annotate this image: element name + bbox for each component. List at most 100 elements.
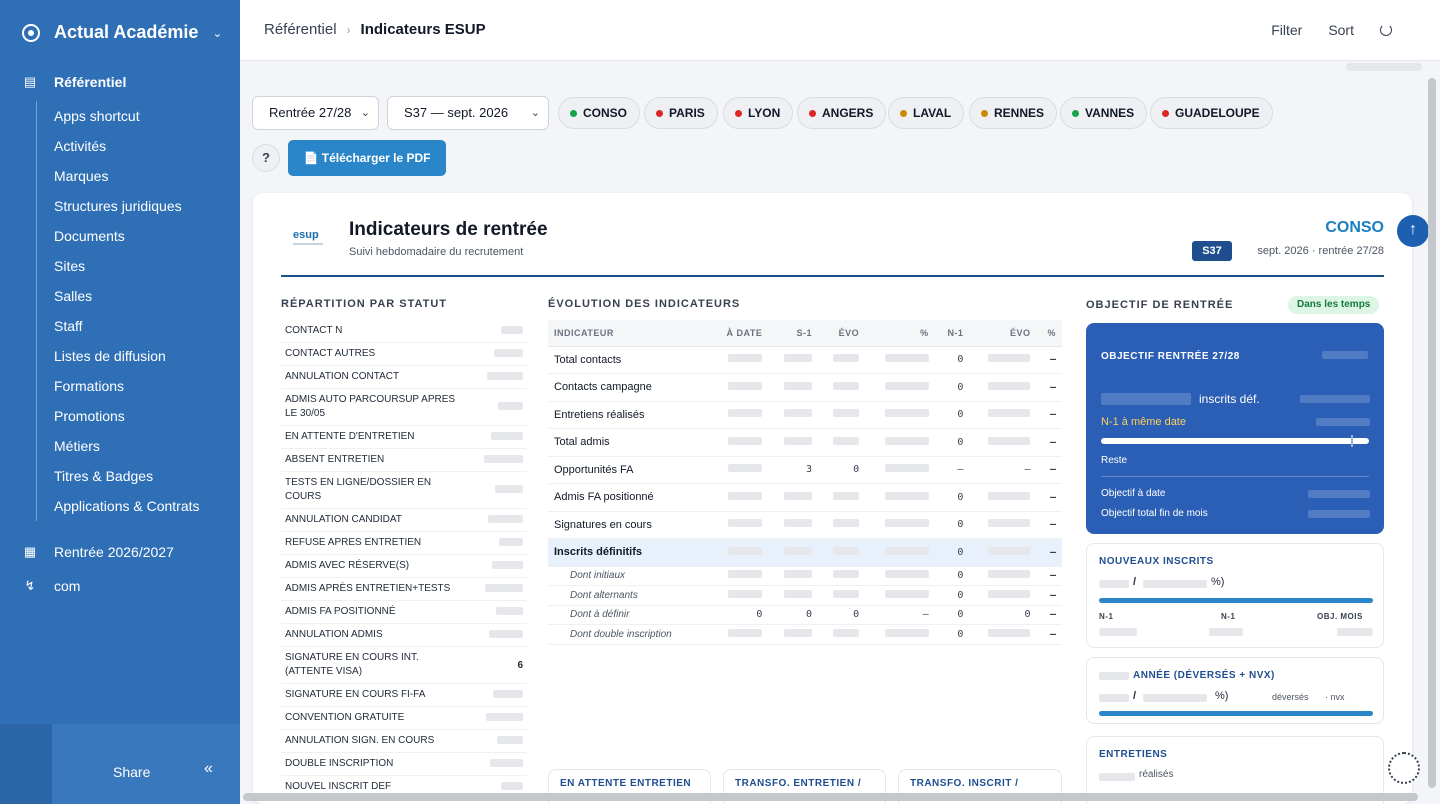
sidebar-item-formations[interactable]: Formations (54, 371, 200, 401)
status-value (489, 629, 523, 641)
site-pill-conso[interactable]: CONSO (558, 97, 641, 129)
redacted-value (884, 570, 929, 579)
sidebar-item-structures[interactable]: Structures juridiques (54, 191, 200, 221)
status-label: CONTACT N (285, 325, 343, 336)
redacted-value (1209, 628, 1243, 636)
table-cell (969, 624, 1037, 645)
site-pill-laval[interactable]: LAVAL (888, 97, 965, 129)
status-value (494, 348, 523, 360)
indicator-label: Opportunités FA (548, 456, 710, 484)
sidebar-item-metiers[interactable]: Métiers (54, 431, 200, 461)
status-label: REFUSE APRES ENTRETIEN (285, 537, 422, 548)
week-select-value: S37 — sept. 2026 (404, 105, 509, 120)
table-cell: — (934, 456, 970, 484)
sort-button[interactable]: Sort (1328, 22, 1354, 38)
download-pdf-label: Télécharger le PDF (321, 151, 431, 165)
sidebar-item-applications[interactable]: Applications & Contrats (54, 491, 200, 521)
site-pill-rennes[interactable]: RENNES (969, 97, 1058, 129)
collapse-sidebar-icon[interactable]: « (204, 760, 213, 778)
share-button[interactable]: Share (113, 764, 150, 780)
redacted-value (784, 628, 813, 637)
rentree-select[interactable]: Rentrée 27/28 ⌄ (252, 96, 379, 130)
sidebar-item-listes[interactable]: Listes de diffusion (54, 341, 200, 371)
brand-switcher[interactable]: Actual Académie ⌄ (22, 22, 222, 43)
site-pill-guadeloupe[interactable]: GUADELOUPE (1150, 97, 1273, 129)
table-row: ADMIS AUTO PARCOURSUP APRES LE 30/05 (281, 389, 527, 426)
sidebar-item-apps-shortcut[interactable]: Apps shortcut (54, 101, 200, 131)
sidebar-item-titres[interactable]: Titres & Badges (54, 461, 200, 491)
table-row: ANNULATION CONTACT (281, 366, 527, 389)
slash: / (1133, 576, 1137, 588)
table-cell: — (1036, 428, 1062, 457)
redacted-value (728, 589, 763, 598)
status-label: ANNULATION ADMIS (285, 629, 383, 640)
table-cell (818, 483, 866, 512)
scroll-top-button[interactable]: ↑ (1397, 215, 1429, 247)
redacted-value (728, 570, 763, 579)
status-dot (570, 110, 577, 117)
table-cell (969, 566, 1037, 586)
site-pill-vannes[interactable]: VANNES (1060, 97, 1148, 129)
redacted-value (485, 583, 523, 592)
book-icon: ▤ (23, 74, 37, 89)
table-cell: — (1036, 585, 1062, 606)
rentree-select-value: Rentrée 27/28 (269, 105, 352, 120)
redacted-value (498, 401, 523, 410)
table-cell: 0 (934, 373, 970, 402)
nav-section-com[interactable]: ↯ com (22, 578, 81, 594)
nav-section-rentree[interactable]: ▦ Rentrée 2026/2027 (22, 544, 174, 560)
help-button[interactable]: ? (252, 144, 280, 172)
table-cell (818, 346, 866, 374)
nav-section-referentiel[interactable]: ▤ Référentiel (22, 74, 127, 90)
redacted-value (988, 589, 1031, 598)
redacted-value (494, 348, 523, 357)
chevron-right-icon: › (346, 22, 351, 37)
loading-spinner-icon (1388, 752, 1420, 784)
sidebar-item-sites[interactable]: Sites (54, 251, 200, 281)
table-row: Total admis 0 — (548, 428, 1062, 457)
status-label: EN ATTENTE D'ENTRETIEN (285, 431, 415, 442)
interviews-title: ENTRETIENS (1099, 749, 1168, 760)
table-cell: 0 (818, 456, 866, 484)
table-cell (969, 373, 1037, 402)
site-pill-lyon[interactable]: LYON (723, 97, 794, 129)
breadcrumb-root[interactable]: Référentiel (264, 21, 337, 38)
sidebar-item-documents[interactable]: Documents (54, 221, 200, 251)
week-select[interactable]: S37 — sept. 2026 ⌄ (387, 96, 549, 130)
filter-button[interactable]: Filter (1271, 22, 1302, 38)
indicator-label: Total admis (548, 428, 710, 457)
pill-label: ANGERS (822, 106, 874, 120)
interviews-realises: réalisés (1139, 769, 1174, 780)
nav-section-label: Référentiel (54, 74, 127, 90)
redacted-value (988, 381, 1031, 390)
redacted-value (784, 589, 813, 598)
sidebar-item-salles[interactable]: Salles (54, 281, 200, 311)
status-value (493, 689, 523, 701)
top-strip (1346, 63, 1422, 71)
file-icon: 📄 (303, 151, 319, 165)
status-dot (981, 110, 988, 117)
horizontal-scrollbar[interactable] (243, 793, 1418, 801)
sidebar-item-marques[interactable]: Marques (54, 161, 200, 191)
table-row: CONTACT AUTRES (281, 343, 527, 366)
status-label: ABSENT ENTRETIEN (285, 454, 385, 465)
site-pill-paris[interactable]: PARIS (644, 97, 718, 129)
table-cell (865, 585, 935, 606)
redacted-value (988, 570, 1031, 579)
sidebar-item-staff[interactable]: Staff (54, 311, 200, 341)
sidebar-item-promotions[interactable]: Promotions (54, 401, 200, 431)
table-cell (969, 428, 1037, 457)
new-enrolled-progress (1099, 598, 1373, 603)
table-cell (768, 624, 819, 645)
redacted-value (496, 606, 523, 615)
status-value (485, 583, 523, 595)
site-pill-angers[interactable]: ANGERS (797, 97, 887, 129)
redacted-value (884, 464, 929, 473)
redacted-value (833, 546, 860, 555)
table-cell (818, 566, 866, 586)
refresh-icon[interactable] (1380, 24, 1392, 36)
evolution-section-title: ÉVOLUTION DES INDICATEURS (548, 298, 741, 310)
sidebar-item-activites[interactable]: Activités (54, 131, 200, 161)
vertical-scrollbar[interactable] (1428, 78, 1436, 788)
download-pdf-button[interactable]: 📄 Télécharger le PDF (288, 140, 446, 176)
